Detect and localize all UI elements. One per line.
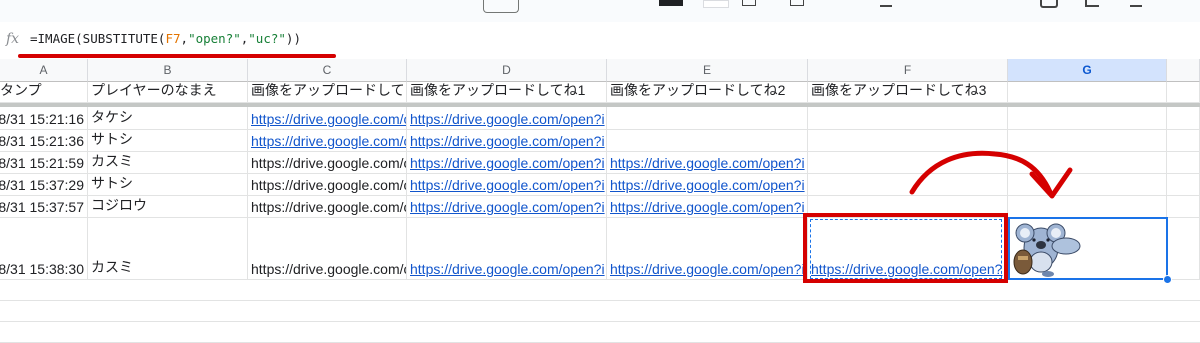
cell-d-row7[interactable]: https://drive.google.com/open?i: [407, 218, 607, 280]
cell-c-row4[interactable]: https://drive.google.com/o: [248, 152, 407, 174]
cell-h-row3[interactable]: [1167, 130, 1200, 152]
cell-e-row2[interactable]: [607, 107, 808, 130]
column-header-b[interactable]: B: [88, 59, 248, 82]
chart-icon[interactable]: [1085, 0, 1099, 7]
empty-row[interactable]: [0, 280, 1200, 301]
merge-icon[interactable]: [790, 0, 804, 6]
cell-h-row7[interactable]: [1167, 218, 1200, 280]
cell-d-row4[interactable]: https://drive.google.com/open?i: [407, 152, 607, 174]
cell-a-row6[interactable]: 8/31 15:37:57: [0, 196, 88, 218]
cell-header-f[interactable]: 画像をアップロードしてね3: [808, 82, 1008, 103]
cell-header-c[interactable]: 画像をアップロードして: [248, 82, 407, 103]
cell-e-row6[interactable]: https://drive.google.com/open?i: [607, 196, 808, 218]
cell-e-row5[interactable]: https://drive.google.com/open?i: [607, 174, 808, 196]
column-header-label: G: [1082, 63, 1092, 77]
cell-f-row2[interactable]: [808, 107, 1008, 130]
formula-string-arg: "open?": [188, 31, 241, 46]
empty-row[interactable]: [0, 301, 1200, 322]
text-color-icon[interactable]: [659, 0, 683, 6]
column-header-h[interactable]: [1167, 59, 1200, 82]
column-header-c[interactable]: C: [248, 59, 407, 82]
column-header-label: D: [502, 63, 511, 77]
align-icon[interactable]: [880, 0, 892, 7]
comment-icon[interactable]: [1040, 0, 1058, 8]
cell-g-row2[interactable]: [1008, 107, 1167, 130]
toolbar: [0, 0, 1200, 22]
cell-d-row5[interactable]: https://drive.google.com/open?i: [407, 174, 607, 196]
cell-a-row7[interactable]: 8/31 15:38:30: [0, 218, 88, 280]
toolbar-button[interactable]: [483, 0, 519, 13]
formula-input[interactable]: =IMAGE(SUBSTITUTE(F7,"open?","uc?")): [30, 31, 301, 46]
fill-handle[interactable]: [1163, 275, 1172, 284]
cell-c-row2[interactable]: https://drive.google.com/o: [248, 107, 407, 130]
cell-a-row3[interactable]: 8/31 15:21:36: [0, 130, 88, 152]
cell-h-row5[interactable]: [1167, 174, 1200, 196]
cell-c-row7[interactable]: https://drive.google.com/o: [248, 218, 407, 280]
fill-color-icon[interactable]: [703, 0, 729, 8]
annotation-underline: [18, 54, 336, 58]
cell-e-row7[interactable]: https://drive.google.com/open?i: [607, 218, 808, 280]
column-header-label: E: [702, 63, 711, 77]
formula-cell-ref: F7: [165, 31, 181, 46]
cell-d-row3[interactable]: https://drive.google.com/open?i: [407, 130, 607, 152]
column-header-e[interactable]: E: [607, 59, 808, 82]
cell-c-row5[interactable]: https://drive.google.com/o: [248, 174, 407, 196]
empty-row[interactable]: [0, 322, 1200, 343]
annotation-arrow: [909, 150, 1073, 199]
formula-comma: ,: [180, 31, 189, 46]
cell-header-a[interactable]: タンプ: [0, 82, 88, 103]
column-header-label: C: [322, 63, 332, 77]
filter-icon[interactable]: [1130, 0, 1142, 7]
cell-a-row2[interactable]: 8/31 15:21:16: [0, 107, 88, 130]
cell-e-row3[interactable]: [607, 130, 808, 152]
cell-b-row5[interactable]: サトシ: [88, 174, 248, 196]
cell-b-row6[interactable]: コジロウ: [88, 196, 248, 218]
cell-a-row4[interactable]: 8/31 15:21:59: [0, 152, 88, 174]
cell-d-row2[interactable]: https://drive.google.com/open?i: [407, 107, 607, 130]
cell-selection-g7[interactable]: [1008, 217, 1168, 280]
borders-icon[interactable]: [742, 0, 756, 6]
cell-c-row3[interactable]: https://drive.google.com/o: [248, 130, 407, 152]
fx-icon: fx: [6, 31, 20, 47]
formula-prefix: =IMAGE(SUBSTITUTE(: [30, 31, 166, 46]
column-header-a[interactable]: A: [0, 59, 88, 82]
cell-h-row2[interactable]: [1167, 107, 1200, 130]
cell-b-row4[interactable]: カスミ: [88, 152, 248, 174]
cell-h-row4[interactable]: [1167, 152, 1200, 174]
column-header-f[interactable]: F: [808, 59, 1008, 82]
formula-suffix: )): [285, 31, 301, 46]
formula-string-arg: "uc?": [248, 31, 286, 46]
cell-header-d[interactable]: 画像をアップロードしてね1: [407, 82, 607, 103]
copy-marching-ants: [810, 219, 1002, 279]
cell-header-h[interactable]: [1167, 82, 1200, 103]
cell-d-row6[interactable]: https://drive.google.com/open?i: [407, 196, 607, 218]
cell-b-row3[interactable]: サトシ: [88, 130, 248, 152]
cell-header-e[interactable]: 画像をアップロードしてね2: [607, 82, 808, 103]
column-header-d[interactable]: D: [407, 59, 607, 82]
column-header-g[interactable]: G: [1008, 59, 1167, 82]
cell-a-row5[interactable]: 8/31 15:37:29: [0, 174, 88, 196]
cell-b-row7[interactable]: カスミ: [88, 218, 248, 280]
cell-h-row6[interactable]: [1167, 196, 1200, 218]
column-header-label: F: [903, 63, 912, 77]
cell-header-g[interactable]: [1008, 82, 1167, 103]
cell-header-b[interactable]: プレイヤーのなまえ: [88, 82, 248, 103]
cell-e-row4[interactable]: https://drive.google.com/open?i: [607, 152, 808, 174]
column-header-label: B: [163, 63, 172, 77]
cell-c-row6[interactable]: https://drive.google.com/o: [248, 196, 407, 218]
column-header-label: A: [39, 63, 48, 77]
cell-b-row2[interactable]: タケシ: [88, 107, 248, 130]
